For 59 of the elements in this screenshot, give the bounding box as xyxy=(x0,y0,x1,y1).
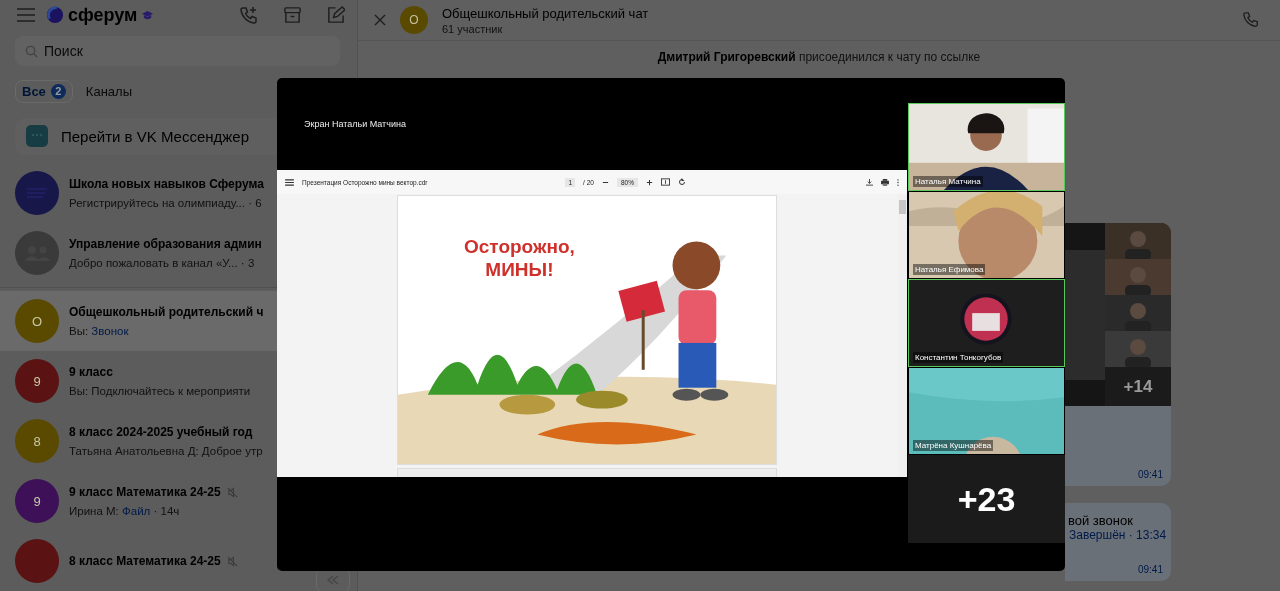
chat-name: Общешкольный родительский ч xyxy=(69,305,264,319)
chat-name: 9 класс Математика 24-25 xyxy=(69,485,221,499)
message-time: 09:41 xyxy=(1137,564,1164,577)
close-icon[interactable] xyxy=(374,14,386,26)
print-icon[interactable] xyxy=(881,178,889,186)
chat-avatar: О xyxy=(400,6,428,34)
search-icon xyxy=(25,44,38,58)
compose-icon[interactable] xyxy=(326,5,345,25)
promo-text: Перейти в VK Мессенджер xyxy=(61,127,250,145)
system-message: Дмитрий Григоревский присоединился к чату по ссылке xyxy=(656,50,982,64)
fit-page-icon[interactable] xyxy=(660,178,670,186)
chat-list-item[interactable]: 8 8 класс 2024-2025 учебный год Татьяна Анатольевна Д: Доброе утр xyxy=(0,411,357,471)
rotate-icon[interactable] xyxy=(677,178,686,186)
message-preview: Добро пожаловать в канал «У... · 3 xyxy=(69,257,256,269)
member-count: 61 участник xyxy=(442,22,504,35)
message-preview: Татьяна Анатольевна Д: Доброе утр xyxy=(69,445,263,457)
chat-name: 8 класс Математика 24-25 xyxy=(69,554,221,568)
participant-count: +14 xyxy=(1105,367,1171,406)
participant-name: Наталья Ефимова xyxy=(913,264,986,275)
filter-tab[interactable]: Каналы xyxy=(78,79,139,103)
call-title: вой звонок xyxy=(1067,513,1134,528)
archive-icon[interactable] xyxy=(283,5,302,25)
message-preview: Вы: Звонок xyxy=(69,325,130,337)
menu-icon[interactable] xyxy=(285,178,294,186)
messenger-icon xyxy=(25,124,49,149)
chat-list-item[interactable]: 8 класс Математика 24-25 xyxy=(0,531,357,591)
logo-icon xyxy=(46,6,64,25)
chat-name: Управление образования админ xyxy=(69,237,262,251)
chat-title: Общешкольный родительский чат xyxy=(442,5,650,21)
brand-name: сферум xyxy=(68,4,138,26)
filter-tab[interactable]: Все 2 xyxy=(15,79,73,103)
search-field[interactable]: Поиск xyxy=(15,35,340,66)
chat-name: 8 класс 2024-2025 учебный год xyxy=(69,425,253,439)
participant-name: Матрёна Кушнарёва xyxy=(913,440,994,451)
participant-name: Константин Тонкогубов xyxy=(913,352,1004,363)
more-participants-tile[interactable]: +23 xyxy=(908,455,1065,543)
chat-name: 9 класс xyxy=(69,365,113,379)
phone-icon[interactable] xyxy=(1242,11,1260,29)
chat-name: Школа новых навыков Сферума xyxy=(69,177,264,191)
zoom-in-icon[interactable] xyxy=(645,178,653,186)
chat-avatar: О xyxy=(15,299,59,343)
chat-avatar: 8 xyxy=(15,419,59,463)
chat-avatar: 9 xyxy=(15,479,59,523)
message-preview: Регистрируйтесь на олимпиаду... · 6 xyxy=(69,197,263,209)
slide-title: Осторожно, МИНЫ! xyxy=(464,236,575,282)
chat-list-item[interactable]: 9 9 класс Математика 24-25 Ирина М: Файл · 14ч xyxy=(0,471,357,531)
graduation-cap-icon xyxy=(141,9,155,21)
chat-list-item[interactable]: Управление образования админ Добро пожаловать в канал «У... · 3 xyxy=(0,223,357,283)
message-time: 09:41 xyxy=(1137,469,1164,482)
count-badge: 2 xyxy=(50,83,66,99)
participant-name: Наталья Матчина xyxy=(913,176,983,187)
double-chevron-icon xyxy=(326,575,340,585)
phone-plus-icon[interactable] xyxy=(239,5,259,26)
chat-avatar: 9 xyxy=(15,359,59,403)
message-preview: Ирина М: Файл · 14ч xyxy=(69,505,181,517)
call-status: Завершён · 13:34 xyxy=(1068,528,1168,542)
message-preview: Вы: Подключайтесь к мероприяти xyxy=(69,385,251,397)
download-icon[interactable] xyxy=(866,178,873,186)
chat-list-item[interactable]: 9 9 класс Вы: Подключайтесь к мероприяти xyxy=(0,351,357,411)
